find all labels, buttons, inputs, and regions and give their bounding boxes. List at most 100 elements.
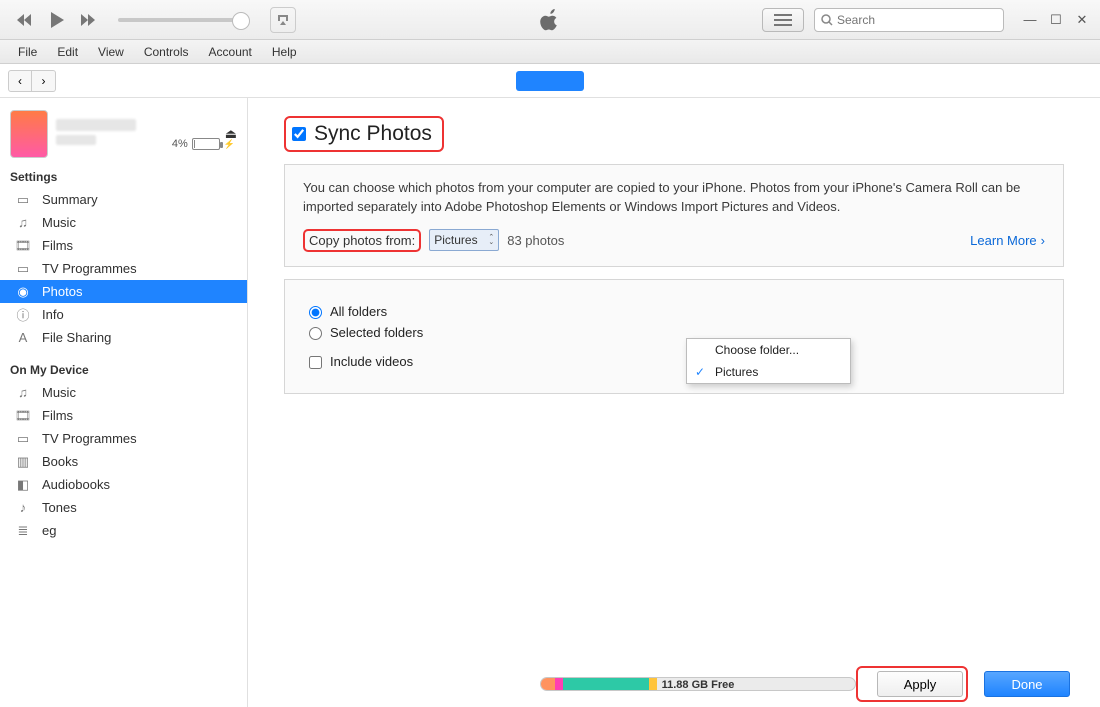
sidebar-item-info[interactable]: ⓘInfo: [0, 303, 247, 326]
music-icon: ♫: [14, 214, 32, 232]
sidebar-device-audiobooks[interactable]: ◧ Audiobooks: [0, 473, 247, 496]
folder-options-panel: All folders Selected folders Include vid…: [284, 279, 1064, 394]
maximize-button[interactable]: ☐: [1046, 12, 1066, 28]
sidebar-device-eg[interactable]: ≣ eg: [0, 519, 247, 542]
nav-forward-button[interactable]: ›: [32, 70, 56, 92]
sync-photos-checkbox[interactable]: [292, 127, 306, 141]
film-icon: 🎞: [14, 407, 32, 425]
search-icon: [821, 14, 833, 26]
menu-bar: File Edit View Controls Account Help: [0, 40, 1100, 64]
main-content: Sync Photos You can choose which photos …: [248, 98, 1100, 707]
all-folders-label: All folders: [330, 304, 387, 319]
search-input[interactable]: [837, 13, 997, 27]
folder-dropdown[interactable]: Pictures: [429, 229, 499, 251]
selected-folders-radio[interactable]: [309, 327, 322, 340]
sidebar-item-label: TV Programmes: [42, 431, 137, 446]
books-icon: ▥: [14, 453, 32, 471]
sidebar-item-filesharing[interactable]: А File Sharing: [0, 326, 247, 349]
device-icon: ▭: [14, 191, 32, 209]
menu-controls[interactable]: Controls: [134, 42, 199, 62]
all-folders-radio[interactable]: [309, 306, 322, 319]
sidebar-item-label: Photos: [42, 284, 82, 299]
selected-folders-label: Selected folders: [330, 325, 423, 340]
device-capacity: [56, 135, 96, 145]
dropdown-option-pictures[interactable]: Pictures: [687, 361, 850, 383]
film-icon: 🎞: [14, 237, 32, 255]
menu-file[interactable]: File: [8, 42, 47, 62]
sidebar-item-label: Summary: [42, 192, 98, 207]
device-name: [56, 119, 136, 131]
menu-view[interactable]: View: [88, 42, 134, 62]
sidebar-item-label: Films: [42, 238, 73, 253]
learn-more-link[interactable]: Learn More›: [970, 233, 1045, 248]
apply-highlight: Apply: [856, 666, 968, 702]
menu-edit[interactable]: Edit: [47, 42, 88, 62]
menu-account[interactable]: Account: [199, 42, 262, 62]
playlist-icon: ≣: [14, 522, 32, 540]
sidebar-item-label: Audiobooks: [42, 477, 110, 492]
sidebar-item-label: Books: [42, 454, 78, 469]
sidebar-item-photos[interactable]: ◉ Photos: [0, 280, 247, 303]
sidebar-item-label: eg: [42, 523, 56, 538]
sidebar-item-films[interactable]: 🎞 Films: [0, 234, 247, 257]
apply-button[interactable]: Apply: [877, 671, 963, 697]
airplay-button[interactable]: [270, 7, 296, 33]
sidebar-device-films[interactable]: 🎞 Films: [0, 404, 247, 427]
play-button[interactable]: [44, 7, 70, 33]
tv-icon: ▭: [14, 260, 32, 278]
menu-help[interactable]: Help: [262, 42, 307, 62]
dropdown-option-choose[interactable]: Choose folder...: [687, 339, 850, 361]
next-button[interactable]: [76, 7, 102, 33]
sidebar-device-music[interactable]: ♫Music: [0, 381, 247, 404]
bottom-bar: 11.88 GB Free Apply Done: [496, 661, 1100, 707]
sync-photos-title: Sync Photos: [314, 122, 432, 146]
sidebar-item-summary[interactable]: ▭ Summary: [0, 188, 247, 211]
prev-button[interactable]: [12, 7, 38, 33]
photos-icon: ◉: [14, 283, 32, 301]
apple-logo-icon: [540, 9, 560, 31]
sidebar-item-tv[interactable]: ▭ TV Programmes: [0, 257, 247, 280]
sidebar-section-settings: Settings: [0, 164, 247, 188]
sync-description: You can choose which photos from your co…: [303, 179, 1045, 217]
minimize-button[interactable]: ―: [1020, 12, 1040, 28]
include-videos-label: Include videos: [330, 354, 413, 369]
audiobook-icon: ◧: [14, 476, 32, 494]
battery-icon: [192, 138, 220, 150]
sidebar-device-books[interactable]: ▥ Books: [0, 450, 247, 473]
sidebar-item-label: Films: [42, 408, 73, 423]
sidebar-item-music[interactable]: ♫ Music: [0, 211, 247, 234]
device-header: ⏏: [0, 102, 247, 164]
window-controls: ― ☐ ✕: [1020, 12, 1092, 28]
sidebar-section-ondevice: On My Device: [0, 357, 247, 381]
chevron-right-icon: ›: [1041, 233, 1045, 248]
title-bar: ― ☐ ✕: [0, 0, 1100, 40]
include-videos-checkbox[interactable]: [309, 356, 322, 369]
battery-percent: 4%: [172, 138, 188, 150]
capacity-free-text: 11.88 GB Free: [662, 678, 735, 691]
folder-dropdown-value: Pictures: [434, 233, 477, 247]
nav-back-button[interactable]: ‹: [8, 70, 32, 92]
sidebar-device-tv[interactable]: ▭TV Programmes: [0, 427, 247, 450]
device-tab[interactable]: [516, 71, 584, 91]
list-view-button[interactable]: [762, 8, 804, 32]
close-button[interactable]: ✕: [1072, 12, 1092, 28]
volume-slider[interactable]: [118, 18, 248, 22]
sidebar-item-label: Music: [42, 215, 76, 230]
sidebar-item-label: TV Programmes: [42, 261, 137, 276]
sync-description-panel: You can choose which photos from your co…: [284, 164, 1064, 267]
done-button[interactable]: Done: [984, 671, 1070, 697]
sidebar-item-label: Tones: [42, 500, 77, 515]
sidebar-item-label: File Sharing: [42, 330, 111, 345]
device-thumbnail-icon: [10, 110, 48, 158]
playback-controls: [0, 7, 296, 33]
sidebar-item-label: Info: [42, 307, 64, 322]
sidebar-device-tones[interactable]: ♪Tones: [0, 496, 247, 519]
search-field[interactable]: [814, 8, 1004, 32]
apps-icon: А: [14, 329, 32, 347]
photo-count: 83 photos: [507, 233, 564, 248]
device-bar: ‹ ›: [0, 64, 1100, 98]
battery-status: 4% ⚡: [172, 138, 235, 150]
sidebar: ⏏ 4% ⚡ Settings ▭ Summary ♫ Music 🎞 Films ▭…: [0, 98, 248, 707]
music-icon: ♫: [14, 384, 32, 402]
copy-from-label: Copy photos from:: [303, 229, 421, 252]
